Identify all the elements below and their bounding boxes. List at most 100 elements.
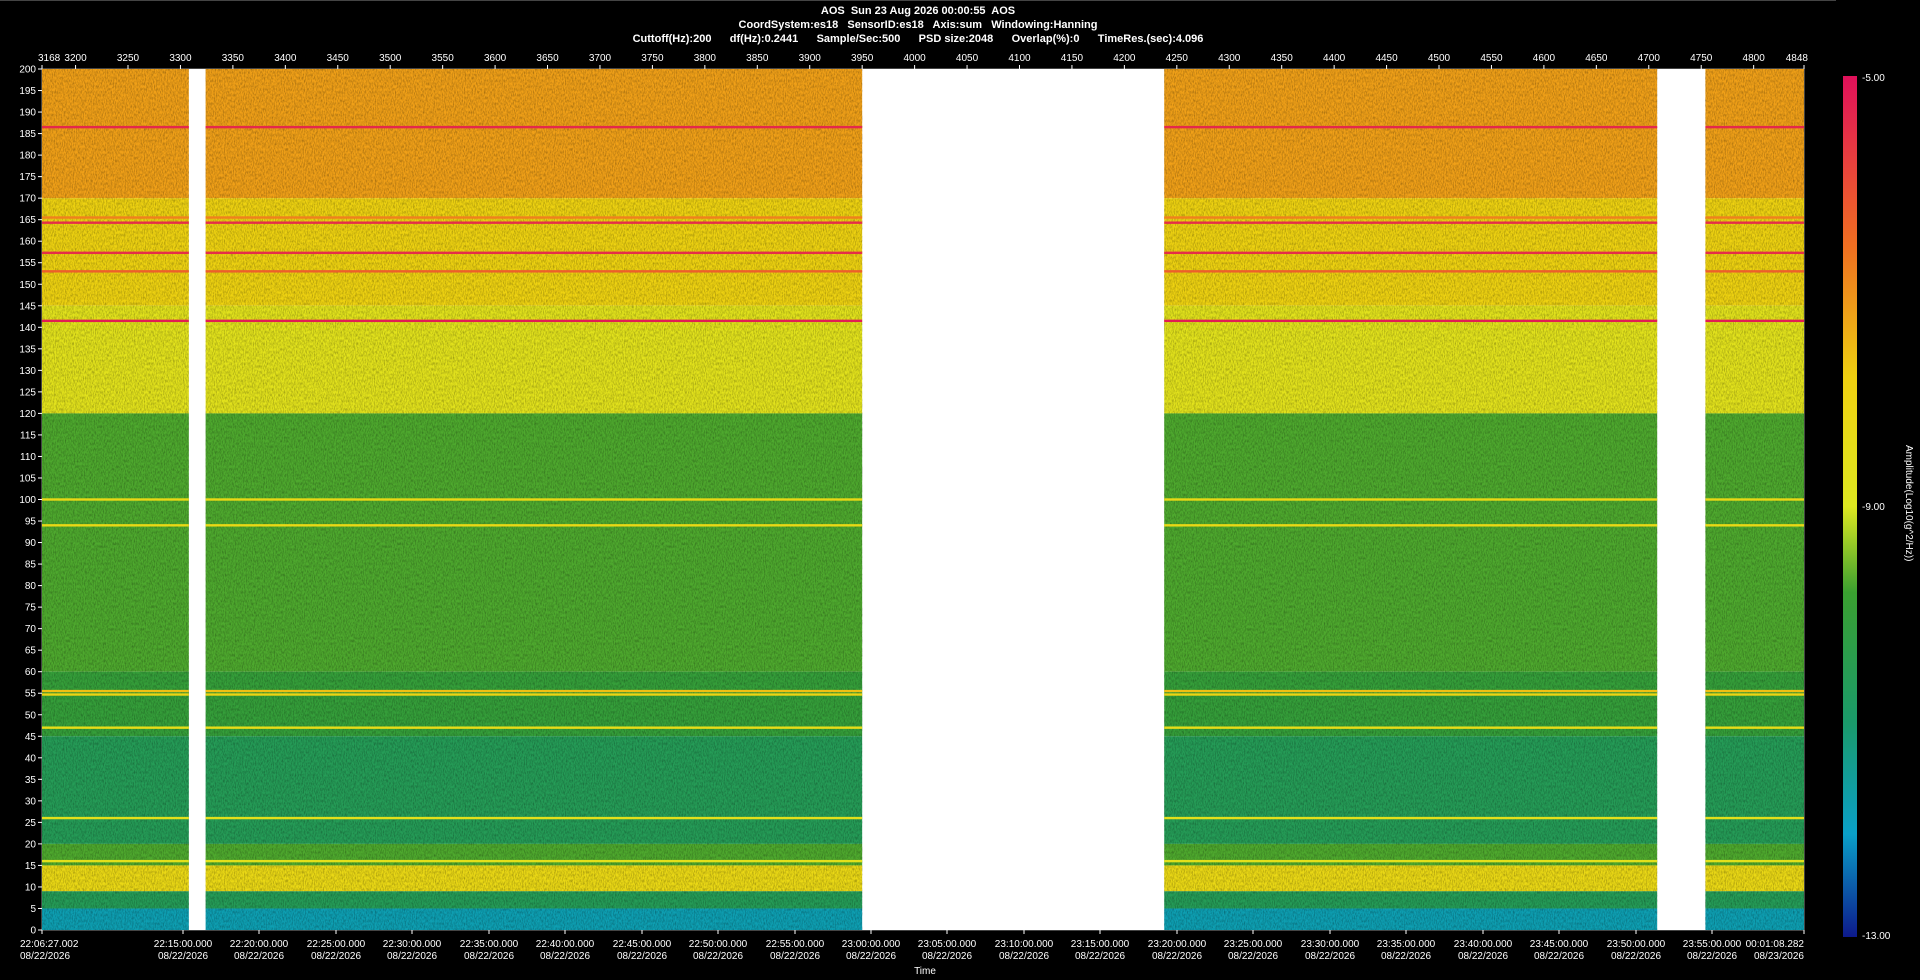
y-tick-label: 190 [19, 108, 36, 119]
time-tick-label: 23:50:00.000 [1607, 939, 1666, 950]
y-tick-label: 165 [19, 215, 36, 226]
tonal-line [1705, 216, 1804, 219]
date-tick-label: 08/22/2026 [1075, 951, 1125, 962]
y-tick-label: 185 [19, 129, 36, 140]
index-axis-top: 3168 3200 3250 3300 3350 3400 3450 3500 3550 3600… [38, 53, 1808, 69]
tonal-line [1164, 859, 1658, 863]
colorbar [1843, 76, 1857, 937]
date-tick-label: 08/22/2026 [1458, 951, 1508, 962]
y-tick-label: 160 [19, 237, 36, 248]
date-tick-label: 08/22/2026 [922, 951, 972, 962]
y-tick-label: 55 [25, 689, 37, 700]
top-tick-label: 3900 [799, 53, 822, 64]
top-tick-label: 4200 [1113, 53, 1136, 64]
tonal-line [1705, 270, 1804, 273]
date-tick-label: 08/22/2026 [1305, 951, 1355, 962]
tonal-line [205, 270, 863, 273]
tonal-line [42, 498, 189, 501]
tonal-line [1164, 221, 1658, 224]
tonal-line [1705, 689, 1804, 693]
y-tick-label: 170 [19, 194, 36, 205]
y-tick-label: 95 [25, 517, 37, 528]
date-tick-label: 08/22/2026 [999, 951, 1049, 962]
tonal-line [1705, 524, 1804, 527]
y-tick-label: 65 [25, 646, 37, 657]
top-tick-label: 4600 [1533, 53, 1556, 64]
y-tick-label: 155 [19, 258, 36, 269]
y-tick-label: 100 [19, 495, 36, 506]
x-axis-label: Time [914, 966, 936, 977]
time-tick-label: 22:30:00.000 [383, 939, 442, 950]
spectrogram-chart: 2001951901851801751701651601551501451401… [19, 53, 1914, 977]
time-tick-label: 23:15:00.000 [1071, 939, 1130, 950]
top-tick-label: 3250 [117, 53, 140, 64]
tonal-line [42, 251, 189, 255]
y-tick-label: 75 [25, 603, 37, 614]
y-tick-label: 15 [25, 861, 37, 872]
time-tick-label: 23:45:00.000 [1530, 939, 1589, 950]
data-segment [1705, 69, 1804, 930]
time-tick-label: 23:00:00.000 [842, 939, 901, 950]
date-tick-label: 08/22/2026 [311, 951, 361, 962]
time-tick-label: 22:40:00.000 [536, 939, 595, 950]
top-tick-label: 4100 [1008, 53, 1031, 64]
spectrogram-plot-area [42, 69, 1804, 930]
time-tick-label: 22:35:00.000 [460, 939, 519, 950]
top-tick-label: 4450 [1375, 53, 1398, 64]
y-tick-label: 200 [19, 65, 36, 76]
data-segment [205, 69, 863, 930]
y-tick-label: 10 [25, 882, 37, 893]
top-tick-label: 4700 [1638, 53, 1661, 64]
y-tick-label: 140 [19, 323, 36, 334]
date-tick-label: 08/22/2026 [770, 951, 820, 962]
top-tick-label: 4750 [1690, 53, 1713, 64]
y-tick-label: 110 [20, 452, 36, 463]
y-tick-label: 125 [19, 387, 36, 398]
tonal-line [1705, 125, 1804, 129]
y-tick-label: 195 [19, 86, 36, 97]
tonal-line [1164, 251, 1658, 255]
y-tick-label: 150 [19, 280, 36, 291]
tonal-line [205, 726, 863, 729]
tonal-line [42, 524, 189, 527]
date-tick-label: 08/22/2026 [693, 951, 743, 962]
tonal-line [1705, 816, 1804, 820]
top-tick-label: 3300 [169, 53, 192, 64]
date-tick-label: 08/22/2026 [617, 951, 667, 962]
tonal-line [42, 693, 189, 696]
data-segment [1164, 69, 1658, 930]
y-axis: 2001951901851801751701651601551501451401… [19, 65, 42, 937]
tonal-line [205, 693, 863, 696]
date-tick-label: 08/22/2026 [1611, 951, 1661, 962]
date-tick-label: 08/22/2026 [464, 951, 514, 962]
tonal-line [42, 221, 189, 224]
date-tick-label: 08/22/2026 [387, 951, 437, 962]
top-tick-label: 4000 [903, 53, 926, 64]
tonal-line [42, 125, 189, 129]
top-tick-label: 4050 [956, 53, 979, 64]
tonal-line [1164, 498, 1658, 501]
y-tick-label: 60 [25, 667, 37, 678]
time-tick-label: 22:50:00.000 [689, 939, 748, 950]
top-tick-label: 4500 [1428, 53, 1451, 64]
tonal-line [205, 524, 863, 527]
y-tick-label: 30 [25, 796, 37, 807]
top-tick-label: 3450 [327, 53, 350, 64]
tonal-line [1164, 816, 1658, 820]
tonal-line [205, 498, 863, 501]
tonal-line [1705, 498, 1804, 501]
tonal-line [1164, 216, 1658, 219]
date-tick-label: 08/22/2026 [846, 951, 896, 962]
tonal-line [205, 251, 863, 255]
tonal-line [42, 726, 189, 729]
tonal-line [1705, 221, 1804, 224]
tonal-line [42, 859, 189, 863]
date-tick-label: 08/22/2026 [1381, 951, 1431, 962]
top-tick-label: 3800 [694, 53, 717, 64]
y-tick-label: 5 [30, 904, 36, 915]
y-tick-label: 175 [19, 172, 36, 183]
colorbar-label: Amplitude(Log10(g^2/Hz)) [1903, 445, 1914, 561]
tonal-line [205, 816, 863, 820]
time-tick-label: 22:45:00.000 [613, 939, 672, 950]
time-tick-label: 22:06:27.002 [20, 939, 79, 950]
